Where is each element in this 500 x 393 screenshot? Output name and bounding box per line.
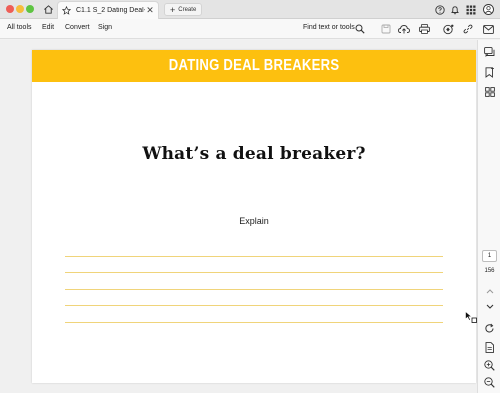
mouse-cursor-icon — [465, 310, 477, 323]
help-icon[interactable] — [434, 4, 445, 15]
create-label: Create — [178, 6, 197, 13]
comment-icon[interactable] — [483, 46, 496, 59]
bell-icon[interactable] — [449, 4, 460, 15]
right-sidebar: 1 156 — [477, 40, 500, 393]
chevron-down-icon[interactable] — [483, 300, 496, 313]
document-viewer[interactable]: DATING DEAL BREAKERS What’s a deal break… — [0, 40, 477, 393]
close-icon[interactable]: ✕ — [145, 5, 155, 16]
bookmark-icon[interactable] — [483, 66, 496, 79]
page-tools-icon[interactable] — [483, 341, 496, 354]
title-bar: C1.1 S_2 Dating Deal-Br... ✕ + Create — [0, 0, 500, 19]
window-close-control[interactable] — [6, 5, 14, 13]
rotate-icon[interactable] — [483, 322, 496, 335]
pdf-page: DATING DEAL BREAKERS What’s a deal break… — [32, 50, 476, 383]
search-icon[interactable] — [354, 23, 366, 35]
print-icon[interactable] — [418, 23, 430, 35]
current-page-input[interactable]: 1 — [482, 250, 497, 262]
banner-title: DATING DEAL BREAKERS — [168, 57, 340, 74]
document-tab[interactable]: C1.1 S_2 Dating Deal-Br... ✕ — [57, 1, 159, 19]
total-pages: 156 — [484, 268, 495, 274]
star-icon[interactable] — [62, 6, 72, 16]
mail-icon[interactable] — [482, 23, 494, 35]
find-text-button[interactable]: Find text or tools — [303, 24, 355, 31]
zoom-in-icon[interactable] — [483, 359, 496, 372]
ai-assistant-icon[interactable] — [442, 23, 454, 35]
link-icon[interactable] — [462, 23, 474, 35]
main-toolbar: All tools Edit Convert Sign Find text or… — [0, 19, 500, 39]
menu-edit[interactable]: Edit — [42, 24, 54, 31]
chevron-up-icon[interactable] — [483, 284, 496, 297]
menu-sign[interactable]: Sign — [98, 24, 112, 31]
answer-line — [65, 272, 443, 273]
apps-grid-icon[interactable] — [465, 4, 476, 15]
page-heading: What’s a deal breaker? — [142, 144, 366, 164]
menu-convert[interactable]: Convert — [65, 24, 90, 31]
upload-icon[interactable] — [398, 23, 410, 35]
plus-icon: + — [170, 4, 176, 15]
answer-line — [65, 322, 443, 323]
tab-title: C1.1 S_2 Dating Deal-Br... — [76, 7, 145, 14]
create-button[interactable]: + Create — [164, 3, 203, 16]
answer-line — [65, 256, 443, 257]
page-banner: DATING DEAL BREAKERS — [32, 50, 476, 82]
avatar-icon[interactable] — [483, 4, 494, 15]
answer-line — [65, 305, 443, 306]
save-icon[interactable] — [380, 23, 392, 35]
window-zoom-control[interactable] — [26, 5, 34, 13]
answer-line — [65, 289, 443, 290]
home-icon[interactable] — [42, 3, 54, 15]
thumbnails-icon[interactable] — [483, 85, 496, 98]
zoom-out-icon[interactable] — [483, 376, 496, 389]
menu-all-tools[interactable]: All tools — [7, 24, 32, 31]
page-subheading: Explain — [239, 216, 269, 226]
window-minimize-control[interactable] — [16, 5, 24, 13]
